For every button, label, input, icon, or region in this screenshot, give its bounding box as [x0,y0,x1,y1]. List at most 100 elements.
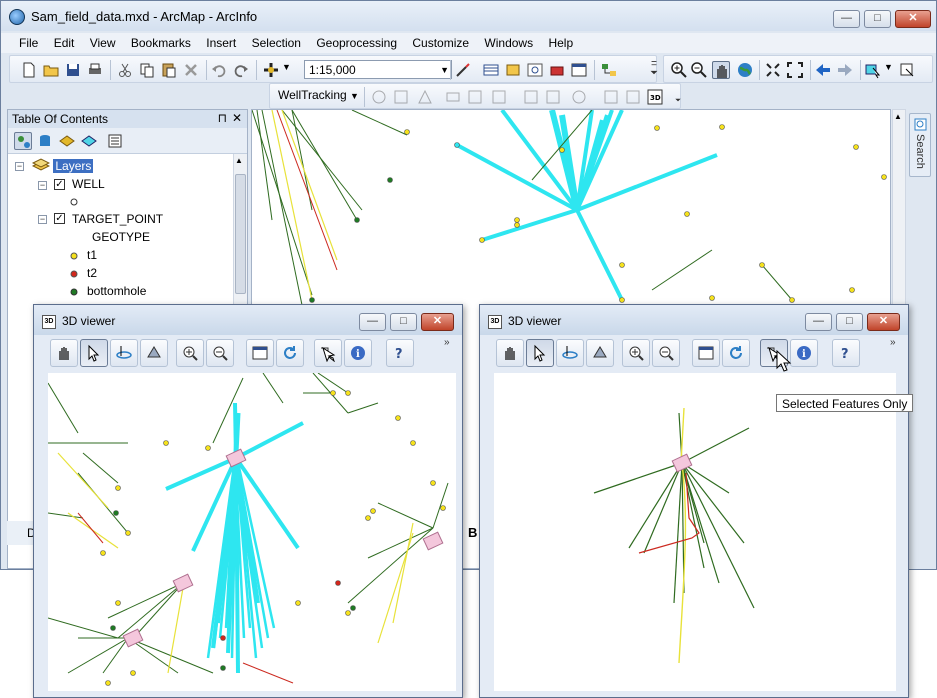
menu-windows[interactable]: Windows [478,33,539,50]
well-tool-4-icon[interactable] [444,88,462,106]
well-tool-5-icon[interactable] [466,88,484,106]
editor-toolbar-icon[interactable] [454,61,472,79]
collapse-target-point-icon[interactable]: − [38,215,47,224]
well-visibility-checkbox[interactable]: ✓ [54,179,65,190]
viewer-zoom-in-icon[interactable] [176,339,204,367]
menu-insert[interactable]: Insert [200,33,242,50]
fly-icon[interactable] [586,339,614,367]
refresh-icon[interactable] [722,339,750,367]
search-side-tab[interactable]: Search [909,113,931,177]
toolbar-overflow-icon[interactable] [645,59,658,81]
undo-icon[interactable] [210,61,228,79]
toc-close-icon[interactable]: ✕ [232,111,242,125]
collapse-well-icon[interactable]: − [38,181,47,190]
list-by-visibility-icon[interactable] [58,132,76,150]
selected-features-only-icon[interactable] [314,339,342,367]
toc-layers-row[interactable]: Layers [31,158,94,173]
delete-icon[interactable] [182,61,200,79]
menu-customize[interactable]: Customize [406,33,475,50]
collapse-layers-icon[interactable]: − [15,162,24,171]
viewer-right-canvas[interactable] [494,373,896,691]
target-point-layer-label[interactable]: TARGET_POINT [72,212,163,226]
model-builder-icon[interactable] [600,61,618,79]
catalog-icon[interactable] [504,61,522,79]
viewer-left-minimize-button[interactable]: — [359,313,386,331]
pan-hand-icon[interactable] [712,61,730,79]
well-tool-10-icon[interactable] [602,88,620,106]
well-tool-2-icon[interactable] [392,88,410,106]
refresh-icon[interactable] [276,339,304,367]
arctoolbox-icon[interactable] [548,61,566,79]
select-arrow-icon[interactable] [526,339,554,367]
navigate-hand-icon[interactable] [496,339,524,367]
menu-bookmarks[interactable]: Bookmarks [125,33,197,50]
help-icon[interactable]: ? [386,339,414,367]
viewer-left-maximize-button[interactable]: □ [390,313,417,331]
map-scale-combobox[interactable]: 1:15,000 ▼ [304,60,452,79]
pin-icon[interactable]: ⊓ [218,111,227,125]
well-tool-9-icon[interactable] [570,88,588,106]
fixed-zoom-in-icon[interactable] [764,61,782,79]
viewer-left-scene[interactable] [48,373,456,691]
target-point-visibility-checkbox[interactable]: ✓ [54,213,65,224]
menu-edit[interactable]: Edit [48,33,81,50]
viewer-zoom-out-icon[interactable] [652,339,680,367]
menu-geoprocessing[interactable]: Geoprocessing [310,33,403,50]
zoom-out-icon[interactable] [690,61,708,79]
save-icon[interactable] [64,61,82,79]
zoom-in-icon[interactable] [670,61,688,79]
back-arrow-icon[interactable] [814,61,832,79]
open-folder-icon[interactable] [42,61,60,79]
viewer-left-canvas[interactable] [48,373,456,691]
fixed-zoom-out-icon[interactable] [786,61,804,79]
menu-file[interactable]: File [13,33,44,50]
select-arrow-icon[interactable] [80,339,108,367]
forward-arrow-icon[interactable] [836,61,854,79]
maximize-button[interactable]: □ [864,10,891,28]
add-data-icon[interactable] [262,61,280,79]
python-window-icon[interactable] [570,61,588,79]
info-icon[interactable]: i [344,339,372,367]
search-window-icon[interactable] [526,61,544,79]
3d-viewer-icon[interactable]: 3D [646,88,664,106]
well-layer-label[interactable]: WELL [72,177,105,191]
viewer-zoom-in-icon[interactable] [622,339,650,367]
scroll-thumb[interactable] [235,174,246,294]
viewer-right-maximize-button[interactable]: □ [836,313,863,331]
fly-icon[interactable] [140,339,168,367]
select-features-icon[interactable] [864,61,882,79]
print-icon[interactable] [86,61,104,79]
minimize-button[interactable]: — [833,10,860,28]
viewer-right-close-button[interactable]: ✕ [867,313,900,331]
scroll-up-icon[interactable]: ▲ [235,156,243,165]
redo-icon[interactable] [232,61,250,79]
full-extent-icon[interactable] [692,339,720,367]
well-tool-3-icon[interactable] [416,88,434,106]
navigate-hand-icon[interactable] [50,339,78,367]
menu-help[interactable]: Help [542,33,579,50]
full-extent-globe-icon[interactable] [736,61,754,79]
full-extent-icon[interactable] [246,339,274,367]
add-data-dropdown-icon[interactable]: ▼ [282,62,291,72]
list-by-source-icon[interactable] [36,132,54,150]
viewer-left-close-button[interactable]: ✕ [421,313,454,331]
help-icon[interactable]: ? [832,339,860,367]
menu-view[interactable]: View [84,33,122,50]
welltracking-menu[interactable]: WellTracking ▼ [278,88,359,102]
orbit-icon[interactable] [556,339,584,367]
viewer-right-scene[interactable] [494,373,896,691]
orbit-icon[interactable] [110,339,138,367]
viewer-zoom-out-icon[interactable] [206,339,234,367]
clear-selection-icon[interactable] [898,61,916,79]
list-by-drawing-order-icon[interactable] [14,132,32,150]
options-icon[interactable] [106,132,124,150]
well-tool-8-icon[interactable] [544,88,562,106]
list-by-selection-icon[interactable] [80,132,98,150]
well-tool-11-icon[interactable] [624,88,642,106]
paste-icon[interactable] [160,61,178,79]
menu-selection[interactable]: Selection [246,33,307,50]
copy-icon[interactable] [138,61,156,79]
new-document-icon[interactable] [20,61,38,79]
viewer-left-overflow-icon[interactable]: » [444,337,450,348]
close-button[interactable]: ✕ [895,10,931,28]
